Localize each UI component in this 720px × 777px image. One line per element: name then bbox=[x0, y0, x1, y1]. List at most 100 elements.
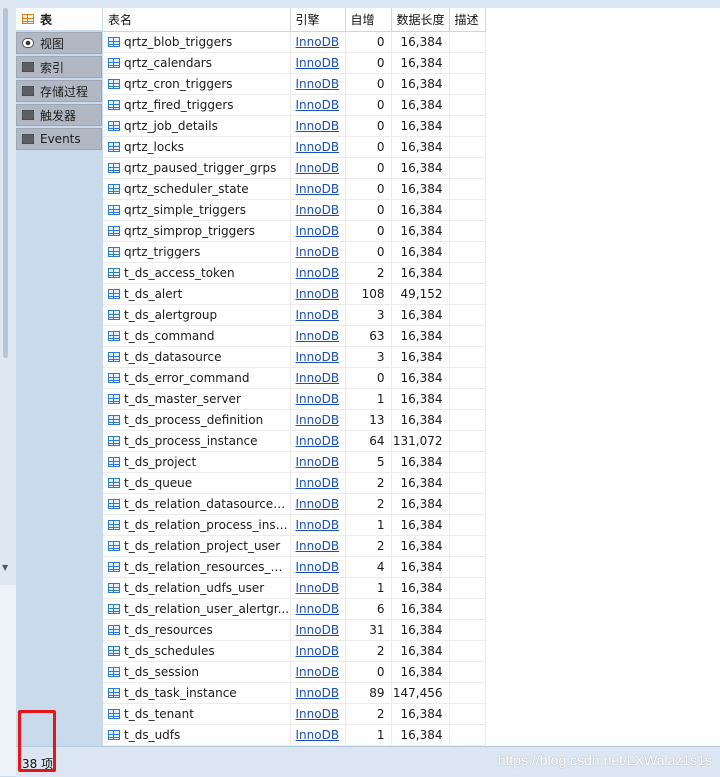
column-header-auto-increment[interactable]: 自增 bbox=[345, 8, 392, 32]
table-name-cell[interactable]: qrtz_scheduler_state bbox=[103, 178, 291, 200]
table-row[interactable]: t_ds_project InnoDB 5 16,384 bbox=[103, 451, 486, 473]
left-scroll-strip[interactable]: ▼ bbox=[0, 0, 17, 776]
table-name-cell[interactable]: t_ds_error_command bbox=[103, 367, 291, 389]
table-row[interactable]: t_ds_alert InnoDB 108 49,152 bbox=[103, 283, 486, 305]
table-name-cell[interactable]: qrtz_calendars bbox=[103, 52, 291, 74]
table-row[interactable]: t_ds_relation_resources_us... InnoDB 4 16,3… bbox=[103, 556, 486, 578]
table-name-cell[interactable]: t_ds_relation_user_alertgr... bbox=[103, 598, 291, 620]
engine-link[interactable]: InnoDB bbox=[296, 56, 340, 70]
table-name-cell[interactable]: qrtz_locks bbox=[103, 136, 291, 158]
table-name-cell[interactable]: t_ds_process_instance bbox=[103, 430, 291, 452]
table-name-cell[interactable]: t_ds_queue bbox=[103, 472, 291, 494]
table-row[interactable]: t_ds_session InnoDB 0 16,384 bbox=[103, 661, 486, 683]
table-row[interactable]: t_ds_task_instance InnoDB 89 147,456 bbox=[103, 682, 486, 704]
table-row[interactable]: t_ds_process_instance InnoDB 64 131,072 bbox=[103, 430, 486, 452]
engine-link[interactable]: InnoDB bbox=[296, 686, 340, 700]
table-name-cell[interactable]: qrtz_simple_triggers bbox=[103, 199, 291, 221]
table-row[interactable]: t_ds_relation_process_inst... InnoDB 1 16,3… bbox=[103, 514, 486, 536]
engine-link[interactable]: InnoDB bbox=[296, 497, 340, 511]
table-name-cell[interactable]: qrtz_triggers bbox=[103, 241, 291, 263]
table-row[interactable]: qrtz_cron_triggers InnoDB 0 16,384 bbox=[103, 73, 486, 95]
table-name-cell[interactable]: qrtz_simprop_triggers bbox=[103, 220, 291, 242]
engine-link[interactable]: InnoDB bbox=[296, 623, 340, 637]
engine-link[interactable]: InnoDB bbox=[296, 308, 340, 322]
engine-link[interactable]: InnoDB bbox=[296, 98, 340, 112]
table-name-cell[interactable]: qrtz_paused_trigger_grps bbox=[103, 157, 291, 179]
nav-item-2[interactable]: 索引 bbox=[16, 56, 102, 78]
table-row[interactable]: t_ds_datasource InnoDB 3 16,384 bbox=[103, 346, 486, 368]
table-row[interactable]: t_ds_schedules InnoDB 2 16,384 bbox=[103, 640, 486, 662]
nav-item-1[interactable]: 视图 bbox=[16, 32, 102, 54]
table-row[interactable]: t_ds_command InnoDB 63 16,384 bbox=[103, 325, 486, 347]
table-row[interactable]: t_ds_alertgroup InnoDB 3 16,384 bbox=[103, 304, 486, 326]
table-row[interactable]: qrtz_simple_triggers InnoDB 0 16,384 bbox=[103, 199, 486, 221]
table-row[interactable]: qrtz_calendars InnoDB 0 16,384 bbox=[103, 52, 486, 74]
table-name-cell[interactable]: t_ds_relation_process_inst... bbox=[103, 514, 291, 536]
table-row[interactable]: t_ds_process_definition InnoDB 13 16,384 bbox=[103, 409, 486, 431]
table-name-cell[interactable]: t_ds_relation_datasource_... bbox=[103, 493, 291, 515]
table-row[interactable]: t_ds_relation_datasource_... InnoDB 2 16,38… bbox=[103, 493, 486, 515]
table-row[interactable]: t_ds_resources InnoDB 31 16,384 bbox=[103, 619, 486, 641]
table-row[interactable]: t_ds_relation_udfs_user InnoDB 1 16,384 bbox=[103, 577, 486, 599]
engine-link[interactable]: InnoDB bbox=[296, 581, 340, 595]
nav-item-0[interactable]: 表 bbox=[16, 8, 102, 30]
table-name-cell[interactable]: t_ds_task_instance bbox=[103, 682, 291, 704]
engine-link[interactable]: InnoDB bbox=[296, 665, 340, 679]
engine-link[interactable]: InnoDB bbox=[296, 371, 340, 385]
column-header-data-length[interactable]: 数据长度 bbox=[391, 8, 450, 32]
table-row[interactable]: t_ds_access_token InnoDB 2 16,384 bbox=[103, 262, 486, 284]
chevron-down-icon[interactable]: ▼ bbox=[2, 563, 8, 572]
column-header-engine[interactable]: 引擎 bbox=[290, 8, 346, 32]
table-name-cell[interactable]: t_ds_relation_udfs_user bbox=[103, 577, 291, 599]
table-row[interactable]: qrtz_job_details InnoDB 0 16,384 bbox=[103, 115, 486, 137]
table-name-cell[interactable]: t_ds_project bbox=[103, 451, 291, 473]
table-row[interactable]: qrtz_fired_triggers InnoDB 0 16,384 bbox=[103, 94, 486, 116]
column-header-description[interactable]: 描述 bbox=[449, 8, 486, 32]
table-name-cell[interactable]: t_ds_resources bbox=[103, 619, 291, 641]
table-row[interactable]: t_ds_relation_user_alertgr... InnoDB 6 16,3… bbox=[103, 598, 486, 620]
engine-link[interactable]: InnoDB bbox=[296, 329, 340, 343]
engine-link[interactable]: InnoDB bbox=[296, 35, 340, 49]
column-header-name[interactable]: 表名 bbox=[103, 8, 291, 32]
engine-link[interactable]: InnoDB bbox=[296, 140, 340, 154]
table-row[interactable]: qrtz_triggers InnoDB 0 16,384 bbox=[103, 241, 486, 263]
table-row[interactable]: qrtz_simprop_triggers InnoDB 0 16,384 bbox=[103, 220, 486, 242]
nav-item-5[interactable]: Events bbox=[16, 128, 102, 150]
engine-link[interactable]: InnoDB bbox=[296, 287, 340, 301]
scrollbar-thumb[interactable] bbox=[3, 8, 8, 358]
table-row[interactable]: t_ds_udfs InnoDB 1 16,384 bbox=[103, 724, 486, 746]
table-name-cell[interactable]: t_ds_datasource bbox=[103, 346, 291, 368]
nav-item-3[interactable]: 存储过程 bbox=[16, 80, 102, 102]
table-name-cell[interactable]: t_ds_alertgroup bbox=[103, 304, 291, 326]
table-row[interactable]: t_ds_master_server InnoDB 1 16,384 bbox=[103, 388, 486, 410]
table-name-cell[interactable]: t_ds_schedules bbox=[103, 640, 291, 662]
engine-link[interactable]: InnoDB bbox=[296, 602, 340, 616]
engine-link[interactable]: InnoDB bbox=[296, 644, 340, 658]
table-name-cell[interactable]: t_ds_alert bbox=[103, 283, 291, 305]
engine-link[interactable]: InnoDB bbox=[296, 266, 340, 280]
table-name-cell[interactable]: t_ds_access_token bbox=[103, 262, 291, 284]
engine-link[interactable]: InnoDB bbox=[296, 182, 340, 196]
table-row[interactable]: qrtz_blob_triggers InnoDB 0 16,384 bbox=[103, 31, 486, 53]
table-row[interactable]: t_ds_tenant InnoDB 2 16,384 bbox=[103, 703, 486, 725]
table-name-cell[interactable]: t_ds_process_definition bbox=[103, 409, 291, 431]
engine-link[interactable]: InnoDB bbox=[296, 77, 340, 91]
table-name-cell[interactable]: qrtz_cron_triggers bbox=[103, 73, 291, 95]
table-row[interactable]: qrtz_paused_trigger_grps InnoDB 0 16,384 bbox=[103, 157, 486, 179]
table-row[interactable]: qrtz_locks InnoDB 0 16,384 bbox=[103, 136, 486, 158]
engine-link[interactable]: InnoDB bbox=[296, 245, 340, 259]
table-name-cell[interactable]: t_ds_udfs bbox=[103, 724, 291, 746]
engine-link[interactable]: InnoDB bbox=[296, 707, 340, 721]
engine-link[interactable]: InnoDB bbox=[296, 476, 340, 490]
table-name-cell[interactable]: qrtz_fired_triggers bbox=[103, 94, 291, 116]
engine-link[interactable]: InnoDB bbox=[296, 350, 340, 364]
engine-link[interactable]: InnoDB bbox=[296, 203, 340, 217]
engine-link[interactable]: InnoDB bbox=[296, 518, 340, 532]
table-name-cell[interactable]: t_ds_relation_resources_us... bbox=[103, 556, 291, 578]
table-name-cell[interactable]: qrtz_job_details bbox=[103, 115, 291, 137]
engine-link[interactable]: InnoDB bbox=[296, 161, 340, 175]
table-row[interactable]: t_ds_error_command InnoDB 0 16,384 bbox=[103, 367, 486, 389]
table-name-cell[interactable]: t_ds_session bbox=[103, 661, 291, 683]
table-name-cell[interactable]: qrtz_blob_triggers bbox=[103, 31, 291, 53]
engine-link[interactable]: InnoDB bbox=[296, 224, 340, 238]
